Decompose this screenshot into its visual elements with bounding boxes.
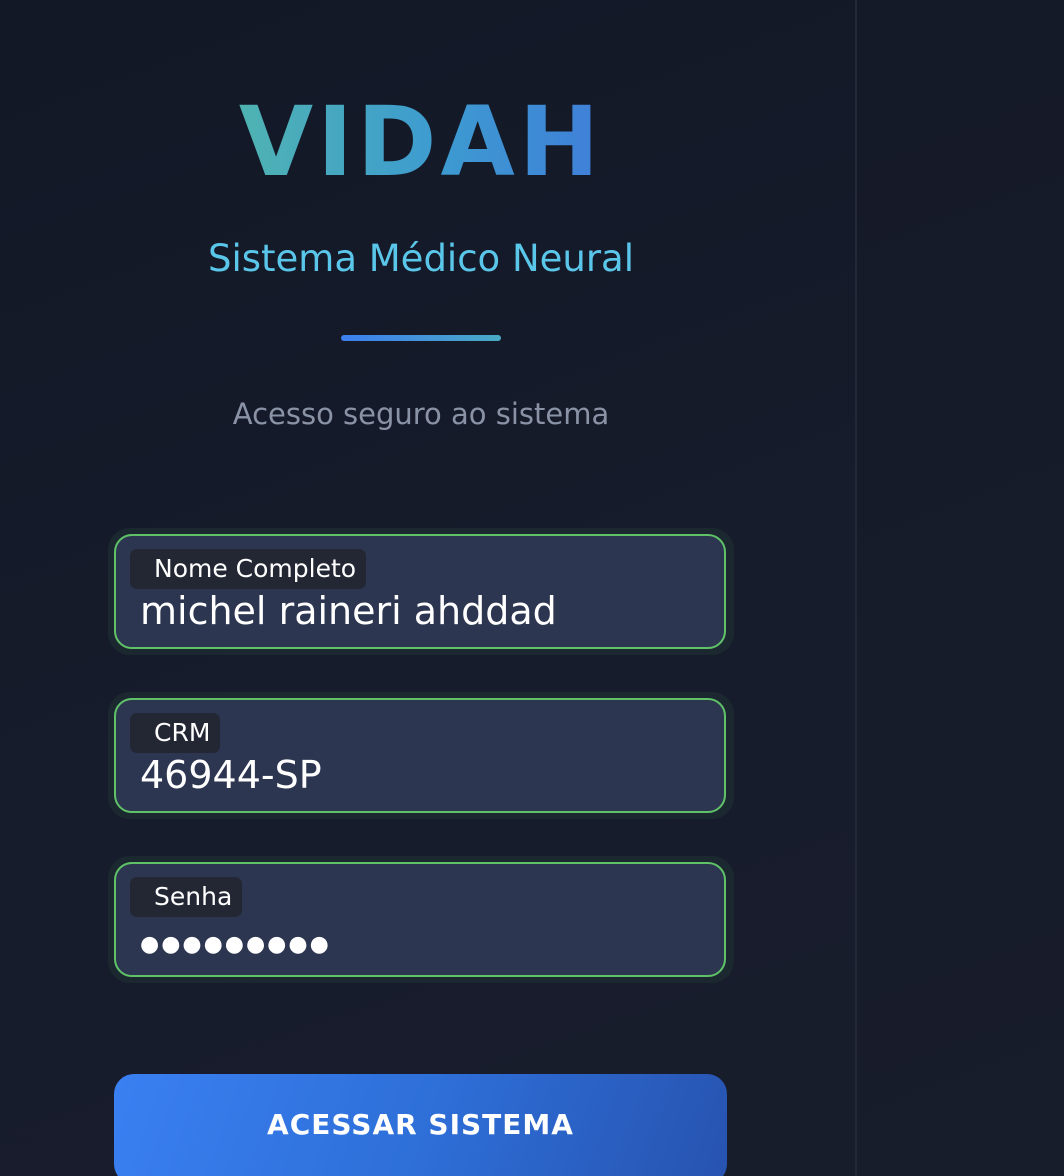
side-panel bbox=[857, 0, 1064, 1176]
app-subtitle: Sistema Médico Neural bbox=[207, 237, 635, 280]
accent-divider bbox=[341, 335, 501, 341]
login-submit-button[interactable]: ACESSAR SISTEMA bbox=[114, 1074, 727, 1176]
name-field-label: Nome Completo bbox=[130, 549, 367, 589]
name-input[interactable]: michel raineri ahddad bbox=[140, 588, 710, 634]
crm-field[interactable]: CRM 46944-SP bbox=[114, 698, 726, 813]
name-field[interactable]: Nome Completo michel raineri ahddad bbox=[114, 534, 726, 649]
login-submit-label: ACESSAR SISTEMA bbox=[267, 1108, 574, 1141]
name-field-container: Nome Completo michel raineri ahddad bbox=[108, 528, 734, 655]
password-field-label: Senha bbox=[130, 877, 243, 917]
password-field-container: Senha ●●●●●●●●● bbox=[108, 856, 734, 983]
login-panel: VIDAH Sistema Médico Neural Acesso segur… bbox=[0, 0, 855, 1176]
crm-field-container: CRM 46944-SP bbox=[108, 692, 734, 819]
login-page: VIDAH Sistema Médico Neural Acesso segur… bbox=[0, 0, 1064, 1176]
app-logo: VIDAH bbox=[0, 82, 842, 202]
password-input[interactable]: ●●●●●●●●● bbox=[140, 922, 710, 968]
login-tagline: Acesso seguro ao sistema bbox=[232, 397, 610, 431]
crm-input[interactable]: 46944-SP bbox=[140, 752, 710, 798]
crm-field-label: CRM bbox=[130, 713, 221, 753]
password-field[interactable]: Senha ●●●●●●●●● bbox=[114, 862, 726, 977]
app-logo-text: VIDAH bbox=[238, 86, 604, 198]
